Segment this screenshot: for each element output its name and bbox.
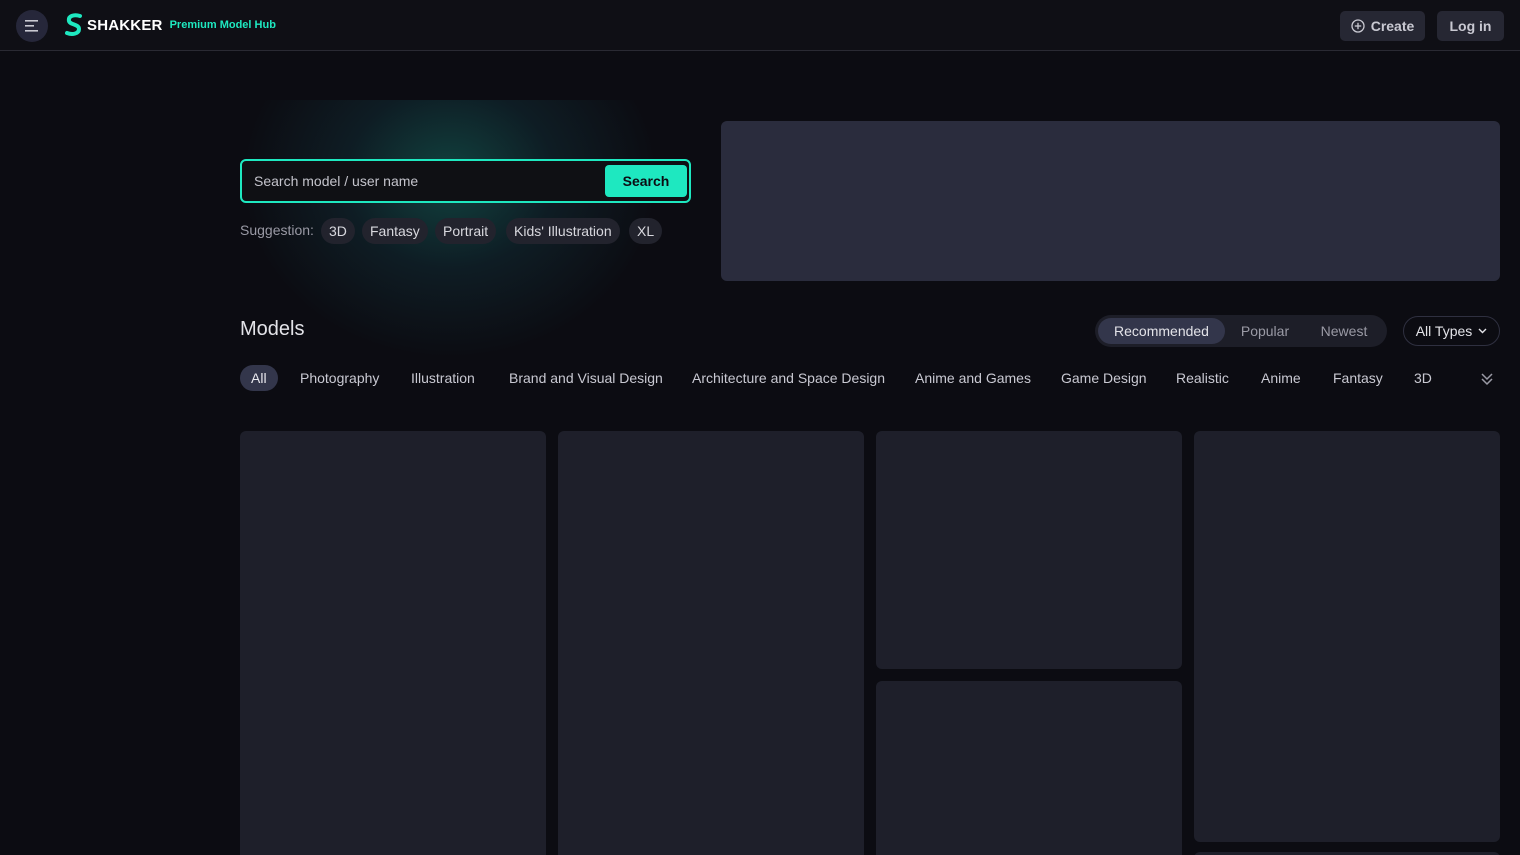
logo[interactable]: SHAKKER Premium Model Hub: [64, 13, 276, 37]
category-tab-brand-visual-design[interactable]: Brand and Visual Design: [509, 365, 663, 391]
model-card[interactable]: [558, 431, 864, 855]
model-card[interactable]: [876, 431, 1182, 669]
plus-circle-icon: [1351, 19, 1365, 33]
search-bar: Search: [240, 159, 691, 203]
search-button[interactable]: Search: [605, 165, 687, 197]
model-card[interactable]: [1194, 431, 1500, 842]
suggestion-chip[interactable]: 3D: [321, 218, 355, 244]
menu-button[interactable]: [16, 10, 48, 42]
logo-wordmark: SHAKKER: [87, 16, 163, 34]
logo-icon: [65, 13, 82, 36]
category-tab-realistic[interactable]: Realistic: [1176, 365, 1229, 391]
logo-tagline: Premium Model Hub: [169, 19, 276, 31]
login-label: Log in: [1449, 18, 1492, 34]
category-tab-fantasy[interactable]: Fantasy: [1333, 365, 1383, 391]
suggestion-label: Suggestion:: [240, 222, 314, 238]
category-tab-game-design[interactable]: Game Design: [1061, 365, 1147, 391]
suggestion-chip[interactable]: XL: [629, 218, 663, 244]
sort-tabs: Recommended Popular Newest: [1095, 315, 1387, 347]
sort-tab-popular[interactable]: Popular: [1229, 318, 1301, 344]
section-title: Models: [240, 318, 305, 340]
category-tab-3d[interactable]: 3D: [1414, 365, 1432, 391]
top-bar: SHAKKER Premium Model Hub Create Log in: [0, 0, 1520, 51]
search-input[interactable]: [254, 169, 594, 193]
category-tab-anime-games[interactable]: Anime and Games: [915, 365, 1031, 391]
category-tab-all[interactable]: All: [240, 365, 278, 391]
search-button-label: Search: [622, 173, 670, 189]
menu-icon: [25, 20, 38, 32]
suggestion-chip[interactable]: Portrait: [435, 218, 497, 244]
category-tab-illustration[interactable]: Illustration: [411, 365, 475, 391]
model-card[interactable]: [240, 431, 546, 855]
suggestion-chip[interactable]: Kids' Illustration: [506, 218, 620, 244]
sort-tab-recommended[interactable]: Recommended: [1098, 318, 1225, 344]
category-tab-architecture-space-design[interactable]: Architecture and Space Design: [692, 365, 885, 391]
promo-banner[interactable]: [721, 121, 1500, 281]
login-button[interactable]: Log in: [1437, 11, 1504, 41]
category-tab-photography[interactable]: Photography: [300, 365, 379, 391]
suggestion-chip[interactable]: Fantasy: [362, 218, 428, 244]
create-button[interactable]: Create: [1340, 11, 1425, 41]
create-label: Create: [1370, 18, 1415, 34]
model-card[interactable]: [876, 681, 1182, 855]
type-filter-dropdown[interactable]: All Types: [1403, 316, 1500, 346]
category-tab-anime[interactable]: Anime: [1261, 365, 1301, 391]
sort-tab-newest[interactable]: Newest: [1307, 318, 1381, 344]
double-chevron-down-icon[interactable]: [1478, 370, 1496, 388]
chevron-down-icon: [1478, 328, 1487, 334]
type-filter-label: All Types: [1415, 323, 1473, 339]
